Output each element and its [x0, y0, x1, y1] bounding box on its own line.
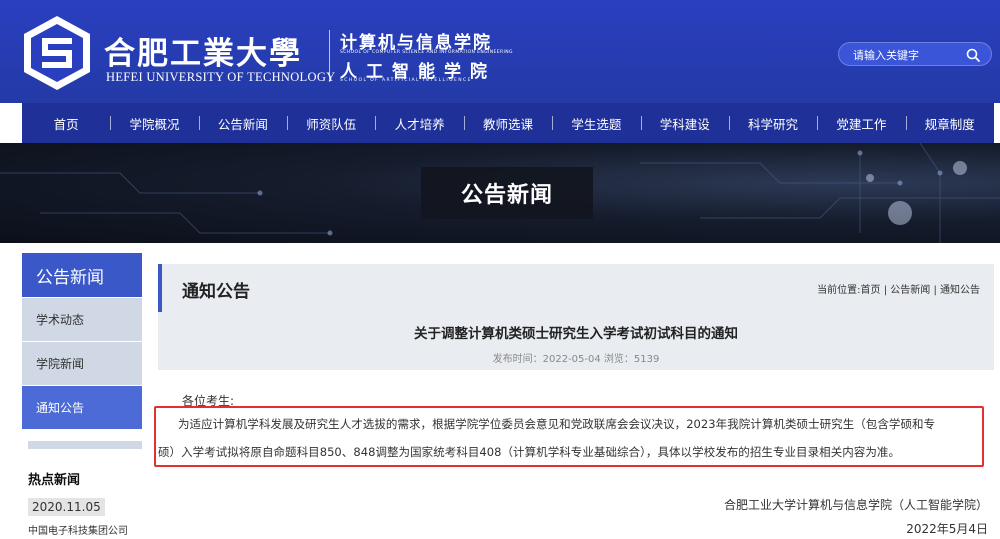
search-input[interactable] — [853, 46, 963, 64]
banner-title: 公告新闻 — [421, 167, 593, 219]
sidebar-separator — [28, 441, 142, 449]
nav-item-home[interactable]: 首页 — [22, 103, 110, 143]
school-name-cs-en: SCHOOL OF COMPUTER SCIENCE AND INFORMATI… — [340, 50, 513, 55]
university-name-en: HEFEI UNIVERSITY OF TECHNOLOGY — [106, 70, 336, 84]
section-header: 通知公告 当前位置:首页 | 公告新闻 | 通知公告 — [158, 264, 994, 312]
article-signature: 合肥工业大学计算机与信息学院（人工智能学院） — [723, 498, 988, 512]
nav-item-course-selection[interactable]: 教师选课 — [463, 103, 552, 143]
search-icon[interactable] — [965, 47, 981, 63]
main-content: 通知公告 当前位置:首页 | 公告新闻 | 通知公告 关于调整计算机类硕士研究生… — [154, 264, 994, 539]
breadcrumb: 当前位置:首页 | 公告新闻 | 通知公告 — [817, 281, 980, 296]
article-title: 关于调整计算机类硕士研究生入学考试初试科目的通知 — [414, 326, 738, 342]
nav-item-discipline[interactable]: 学科建设 — [640, 103, 729, 143]
article-paragraph-line1: 为适应计算机学科发展及研究生人才选拔的需求，根据学院学位委员会意见和党政联席会会… — [178, 417, 936, 431]
page-banner: 公告新闻 — [0, 143, 1000, 243]
article-meta: 发布时间：2022-05-04 浏览：5139 — [492, 354, 660, 365]
hot-news-item[interactable]: 中国电子科技集团公司 — [22, 522, 142, 537]
university-seal-icon — [24, 16, 90, 90]
university-name-cn: 合肥工業大學 — [104, 36, 302, 72]
main-nav: 首页 学院概况 公告新闻 师资队伍 人才培养 教师选课 学生选题 学科建设 科学… — [22, 103, 994, 143]
breadcrumb-separator: | — [880, 285, 891, 296]
nav-item-education[interactable]: 人才培养 — [375, 103, 463, 143]
hot-news-title: 热点新闻 — [28, 473, 81, 488]
sidebar-title: 公告新闻 — [22, 253, 142, 297]
breadcrumb-notices[interactable]: 通知公告 — [940, 285, 980, 296]
school-name-ai-en: SCHOOL OF ARTIFICIAL INTELLIGENCE — [340, 78, 472, 83]
nav-item-regulations[interactable]: 规章制度 — [905, 103, 994, 143]
breadcrumb-home[interactable]: 首页 — [861, 285, 881, 296]
article-date: 2022年5月4日 — [906, 522, 988, 536]
sidebar-item-academic[interactable]: 学术动态 — [22, 297, 142, 341]
search-box — [838, 42, 992, 66]
breadcrumb-separator: | — [930, 285, 940, 296]
nav-item-about[interactable]: 学院概况 — [110, 103, 198, 143]
site-header: 合肥工業大學 HEFEI UNIVERSITY OF TECHNOLOGY 计算… — [0, 0, 1000, 103]
header-divider — [329, 30, 330, 82]
section-title: 通知公告 — [182, 282, 250, 302]
nav-item-thesis-selection[interactable]: 学生选题 — [552, 103, 640, 143]
breadcrumb-news[interactable]: 公告新闻 — [890, 285, 930, 296]
hot-news-date: 2020.11.05 — [28, 498, 105, 516]
logo-block[interactable]: 合肥工業大學 HEFEI UNIVERSITY OF TECHNOLOGY 计算… — [22, 14, 513, 92]
article-paragraph-line2: 硕）入学考试拟将原自命题科目850、848调整为国家统考科目408（计算机学科专… — [158, 445, 900, 459]
nav-item-research[interactable]: 科学研究 — [728, 103, 817, 143]
nav-item-faculty[interactable]: 师资队伍 — [287, 103, 375, 143]
article-header: 关于调整计算机类硕士研究生入学考试初试科目的通知 发布时间：2022-05-04… — [158, 312, 994, 370]
sidebar-item-college-news[interactable]: 学院新闻 — [22, 341, 142, 385]
breadcrumb-prefix: 当前位置: — [817, 285, 861, 296]
sidebar-item-notices[interactable]: 通知公告 — [22, 385, 142, 429]
sidebar: 公告新闻 学术动态 学院新闻 通知公告 热点新闻 2020.11.05 中国电子… — [22, 253, 142, 539]
nav-item-party[interactable]: 党建工作 — [817, 103, 905, 143]
nav-item-news[interactable]: 公告新闻 — [198, 103, 287, 143]
